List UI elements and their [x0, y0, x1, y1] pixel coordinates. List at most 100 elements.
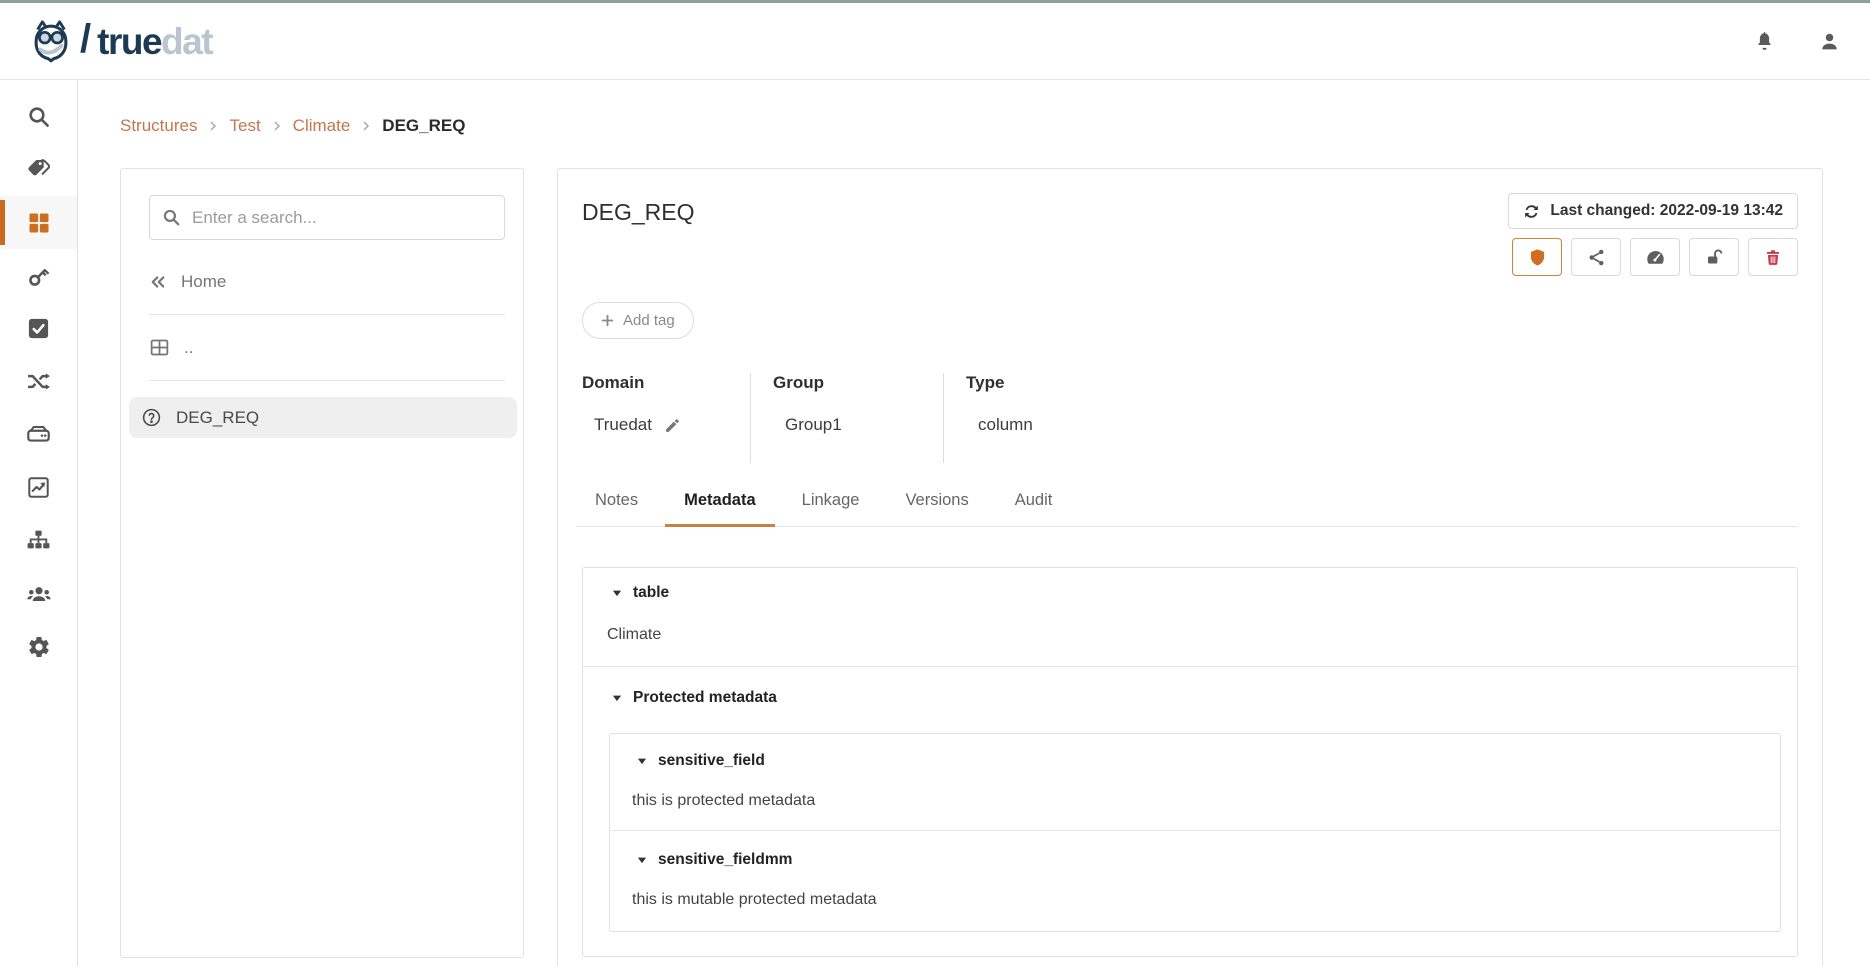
- tab-metadata[interactable]: Metadata: [665, 491, 775, 527]
- sidebar-item-tags[interactable]: [0, 143, 77, 196]
- detail-tabs: Notes Metadata Linkage Versions Audit: [576, 491, 1798, 527]
- breadcrumb-link-structures[interactable]: Structures: [120, 116, 197, 136]
- sidebar-item-access[interactable]: [0, 249, 77, 302]
- share-button[interactable]: [1571, 238, 1621, 276]
- caret-down-icon: [636, 755, 648, 767]
- quality-gauge-button[interactable]: [1630, 238, 1680, 276]
- metadata-section-protected[interactable]: Protected metadata: [599, 689, 1781, 707]
- edit-pencil-icon[interactable]: [664, 417, 681, 434]
- main-content: Structures Test Climate DEG_REQ Home: [78, 80, 1870, 966]
- share-icon: [1587, 248, 1606, 267]
- chart-line-icon: [27, 476, 50, 499]
- sitemap-icon: [26, 528, 51, 553]
- breadcrumb-current: DEG_REQ: [382, 116, 465, 136]
- page-title: DEG_REQ: [582, 193, 694, 226]
- search-icon: [162, 208, 181, 232]
- structure-detail-panel: DEG_REQ Last changed: 2022-09-19 13:42: [557, 168, 1823, 966]
- truedat-logo[interactable]: / truedat: [28, 18, 212, 64]
- chevron-right-icon: [207, 120, 219, 132]
- sidebar-item-insights[interactable]: [0, 461, 77, 514]
- sidebar-item-lineage[interactable]: [0, 355, 77, 408]
- tags-icon: [27, 158, 51, 182]
- sidebar-item-structures[interactable]: [0, 196, 77, 249]
- sidebar-item-systems[interactable]: [0, 408, 77, 461]
- key-icon: [27, 264, 51, 288]
- breadcrumb-link-climate[interactable]: Climate: [293, 116, 351, 136]
- sidebar: [0, 80, 78, 966]
- field-value-type: column: [978, 415, 1033, 435]
- sidebar-item-quality[interactable]: [0, 302, 77, 355]
- topbar: / truedat: [0, 3, 1870, 80]
- caret-down-icon: [611, 587, 623, 599]
- sidebar-item-hierarchy[interactable]: [0, 514, 77, 567]
- search-icon: [27, 105, 51, 129]
- protected-metadata-button[interactable]: [1512, 238, 1562, 276]
- sidebar-item-settings[interactable]: [0, 620, 77, 673]
- divider: [149, 314, 505, 315]
- metadata-section-table[interactable]: table: [599, 584, 1781, 602]
- bell-icon[interactable]: [1754, 30, 1775, 52]
- last-changed-button[interactable]: Last changed: 2022-09-19 13:42: [1508, 193, 1798, 229]
- last-changed-label: Last changed: 2022-09-19 13:42: [1550, 202, 1783, 220]
- metadata-field-sensitive-fieldmm[interactable]: sensitive_fieldmm: [624, 851, 1766, 869]
- owl-logo-icon: [28, 18, 74, 64]
- caret-down-icon: [611, 692, 623, 704]
- metadata-section-value: Climate: [599, 626, 1781, 644]
- logo-wordmark: truedat: [97, 23, 212, 60]
- tab-audit[interactable]: Audit: [996, 491, 1072, 526]
- structure-item-deg-req[interactable]: DEG_REQ: [129, 397, 517, 438]
- trash-icon: [1764, 248, 1782, 267]
- gauge-icon: [1645, 247, 1666, 268]
- refresh-icon: [1523, 203, 1540, 220]
- tab-linkage[interactable]: Linkage: [783, 491, 879, 526]
- user-icon[interactable]: [1819, 31, 1840, 52]
- metadata-field-value: this is protected metadata: [624, 792, 1766, 810]
- divider: [149, 380, 505, 381]
- structure-fields: Domain Truedat Group Group1 Type column: [582, 373, 1798, 463]
- metadata-field-value: this is mutable protected metadata: [624, 891, 1766, 909]
- structure-explorer-panel: Home .. DEG_REQ: [120, 168, 524, 958]
- logo-slash: /: [80, 19, 91, 59]
- question-circle-icon: [141, 407, 162, 428]
- tab-notes[interactable]: Notes: [576, 491, 657, 526]
- field-value-group: Group1: [785, 415, 842, 435]
- gear-icon: [27, 635, 51, 659]
- hard-drive-icon: [26, 422, 51, 447]
- field-label-type: Type: [966, 373, 1143, 393]
- sidebar-item-search[interactable]: [0, 90, 77, 143]
- shuffle-icon: [26, 369, 51, 394]
- users-icon: [26, 581, 52, 607]
- plus-icon: [601, 314, 614, 327]
- delete-button[interactable]: [1748, 238, 1798, 276]
- chevron-right-icon: [360, 120, 372, 132]
- search-input[interactable]: [149, 195, 505, 240]
- field-label-domain: Domain: [582, 373, 750, 393]
- home-row[interactable]: Home: [149, 266, 505, 298]
- metadata-card: table Climate Protected metadata sensiti…: [582, 567, 1798, 957]
- field-value-domain: Truedat: [594, 415, 652, 435]
- divider: [610, 830, 1780, 831]
- double-chevron-left-icon: [149, 273, 167, 291]
- caret-down-icon: [636, 854, 648, 866]
- sidebar-item-users[interactable]: [0, 567, 77, 620]
- add-tag-button[interactable]: Add tag: [582, 302, 694, 339]
- grid-icon: [27, 211, 51, 235]
- metadata-field-title: sensitive_field: [658, 752, 765, 770]
- protected-metadata-card: sensitive_field this is protected metada…: [609, 733, 1781, 932]
- metadata-field-sensitive-field[interactable]: sensitive_field: [624, 752, 1766, 770]
- table-icon: [149, 337, 170, 358]
- shield-icon: [1528, 248, 1547, 267]
- breadcrumb-link-test[interactable]: Test: [229, 116, 260, 136]
- breadcrumb: Structures Test Climate DEG_REQ: [120, 116, 1823, 136]
- parent-row[interactable]: ..: [149, 331, 505, 364]
- parent-label: ..: [184, 338, 193, 358]
- structure-item-label: DEG_REQ: [176, 408, 259, 428]
- field-label-group: Group: [773, 373, 943, 393]
- unlock-button[interactable]: [1689, 238, 1739, 276]
- add-tag-label: Add tag: [623, 312, 675, 329]
- unlock-icon: [1705, 248, 1724, 267]
- chevron-right-icon: [271, 120, 283, 132]
- tab-versions[interactable]: Versions: [886, 491, 987, 526]
- check-square-icon: [27, 317, 50, 340]
- metadata-section-title: table: [633, 584, 669, 602]
